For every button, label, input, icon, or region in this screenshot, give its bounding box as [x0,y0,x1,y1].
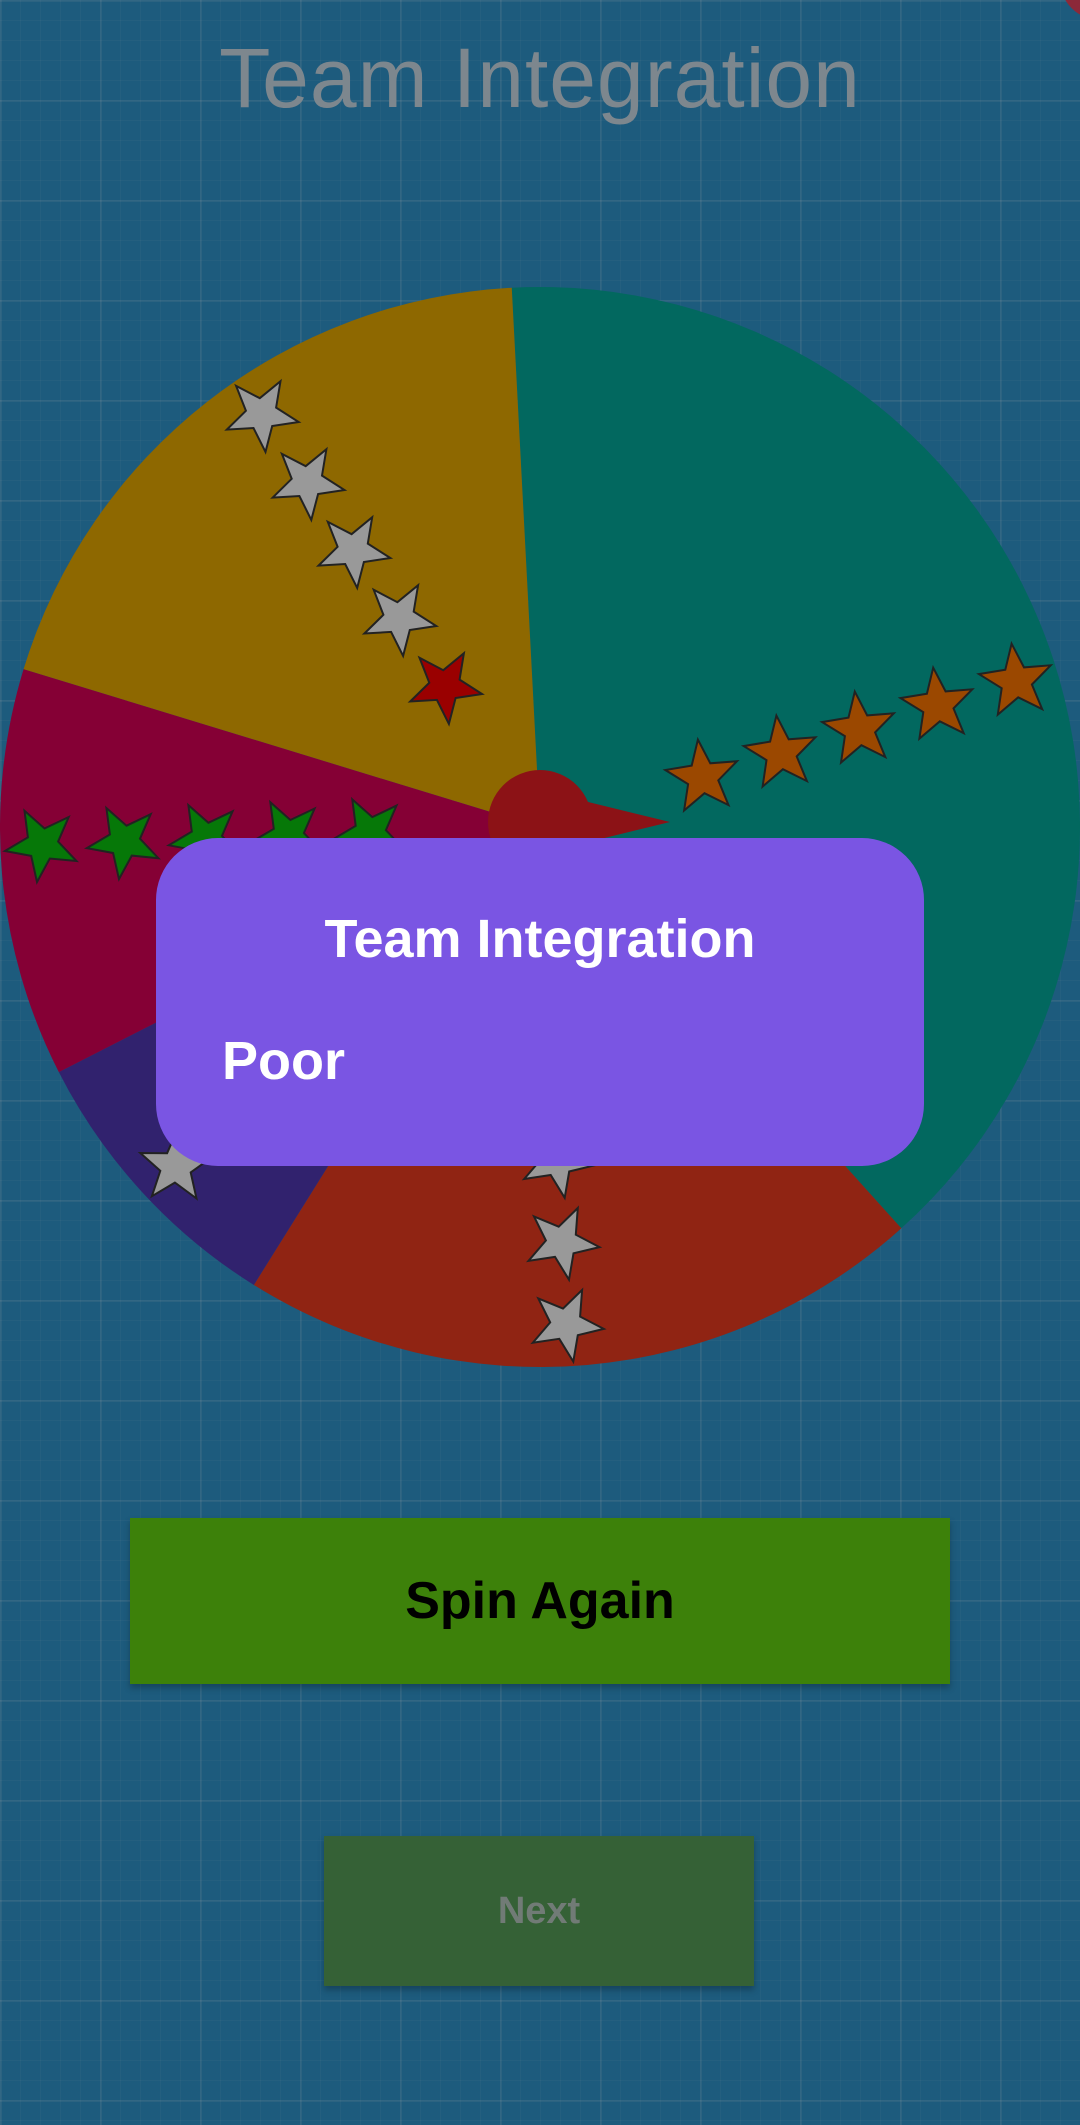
dialog-result-value: Poor [222,1031,346,1091]
dialog-title: Team Integration [324,909,756,969]
result-dialog[interactable]: Team Integration Poor [156,838,924,1166]
